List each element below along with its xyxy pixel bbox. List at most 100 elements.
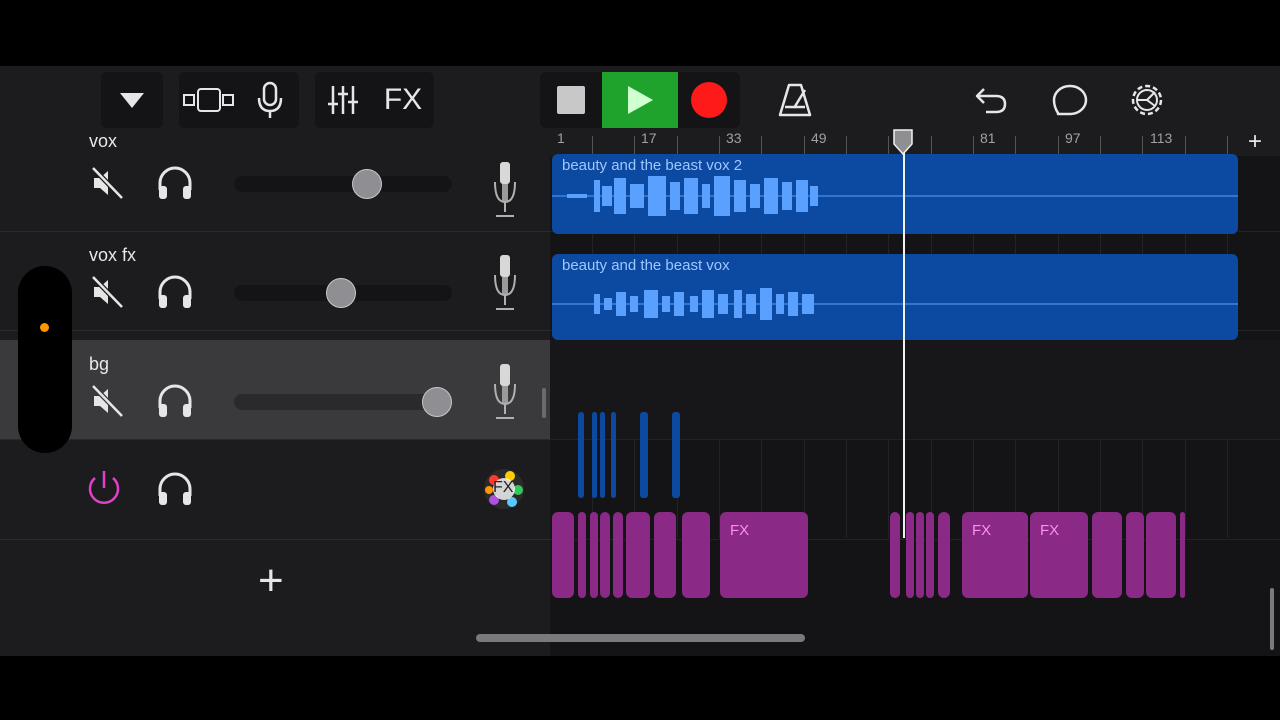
fx-region[interactable] (654, 512, 676, 598)
volume-slider[interactable] (234, 169, 452, 199)
metronome-icon (778, 83, 812, 117)
audio-region-bg[interactable] (592, 412, 597, 498)
track-controls-toggle[interactable] (18, 266, 72, 453)
audio-region-bg[interactable] (611, 412, 616, 498)
power-button[interactable] (84, 468, 124, 508)
fx-region[interactable] (916, 512, 924, 598)
stop-icon (557, 86, 585, 114)
solo-button[interactable] (156, 273, 194, 311)
view-group (179, 72, 299, 128)
track-header-vox-fx[interactable]: vox fx (0, 231, 550, 331)
stop-button[interactable] (540, 72, 602, 128)
solo-button[interactable] (156, 164, 194, 202)
track-resize-handle[interactable] (542, 388, 546, 418)
audio-region-bg[interactable] (672, 412, 680, 498)
track-headers: vox vox fx bg FX + (0, 131, 550, 656)
fx-region[interactable] (1092, 512, 1122, 598)
mute-button[interactable] (88, 382, 126, 420)
playhead-handle[interactable] (892, 128, 914, 156)
volume-slider[interactable] (234, 387, 452, 417)
record-button[interactable] (678, 72, 740, 128)
fx-region[interactable] (552, 512, 574, 598)
fx-region[interactable] (682, 512, 710, 598)
loop-browser-button[interactable] (1048, 72, 1094, 128)
speaker-muted-icon (91, 166, 124, 200)
solo-button[interactable] (156, 470, 194, 508)
headphones-icon (158, 384, 192, 417)
fx-button-label: FX (383, 83, 423, 116)
fx-region[interactable] (578, 512, 586, 598)
fx-sphere-icon: FX (480, 466, 528, 512)
fx-region[interactable] (1146, 512, 1176, 598)
track-header-fx[interactable]: FX (0, 440, 550, 540)
headphones-icon (158, 166, 192, 199)
audio-region-bg[interactable] (640, 412, 648, 498)
microphone-instrument-icon (492, 255, 518, 311)
fx-region[interactable] (906, 512, 914, 598)
fx-region[interactable] (590, 512, 598, 598)
audio-region-vox[interactable]: beauty and the beast vox (552, 254, 1238, 340)
record-icon (691, 82, 727, 118)
mute-button[interactable] (88, 164, 126, 202)
fx-region[interactable] (626, 512, 650, 598)
track-header-vox[interactable]: vox (0, 131, 550, 232)
status-dot (40, 323, 49, 332)
headphones-icon (158, 472, 192, 505)
volume-knob[interactable] (351, 169, 382, 199)
fx-region[interactable]: FX (962, 512, 1028, 598)
tracks-view-button[interactable] (179, 72, 237, 128)
tracks-view-icon (183, 88, 234, 112)
solo-button[interactable] (156, 382, 194, 420)
timeline-area[interactable]: beauty and the beast vox 2 beauty and th… (550, 148, 1280, 656)
volume-slider[interactable] (234, 278, 452, 308)
settings-gear-icon (1131, 84, 1163, 116)
track-name: vox fx (89, 245, 137, 265)
playhead[interactable] (903, 148, 905, 538)
fx-button[interactable]: FX (373, 72, 433, 128)
play-icon (628, 86, 653, 114)
fx-region[interactable] (890, 512, 900, 598)
volume-knob[interactable] (421, 387, 452, 417)
region-title: beauty and the beast vox 2 (562, 157, 743, 174)
horizontal-scrollbar[interactable] (476, 634, 805, 642)
garageband-tracks-view: FX 1 17 33 49 81 97 113 + vox vox fx bg … (0, 66, 1280, 656)
metronome-button[interactable] (770, 72, 820, 128)
fx-region[interactable]: FX (1030, 512, 1088, 598)
recording-mode-button[interactable] (241, 72, 299, 128)
mix-group: FX (315, 72, 434, 128)
fx-icon-label: FX (493, 479, 514, 496)
sliders-icon (328, 86, 358, 114)
lane-bg (550, 340, 1280, 440)
waveform (552, 176, 1238, 216)
add-track-button[interactable]: + (258, 559, 284, 603)
browser-group (101, 72, 163, 128)
microphone-icon (257, 81, 283, 118)
playhead-marker-icon (893, 129, 913, 156)
fx-region[interactable] (926, 512, 934, 598)
undo-button[interactable] (968, 72, 1014, 128)
vertical-scrollbar[interactable] (1270, 588, 1274, 650)
fx-region[interactable]: FX (720, 512, 808, 598)
fx-region[interactable] (938, 512, 950, 598)
loop-icon (1052, 84, 1088, 116)
audio-region-vox-2[interactable]: beauty and the beast vox 2 (552, 154, 1238, 234)
fx-region[interactable] (613, 512, 623, 598)
mute-button[interactable] (88, 273, 126, 311)
settings-button[interactable] (1124, 72, 1170, 128)
fx-region[interactable] (600, 512, 610, 598)
audio-region-bg[interactable] (600, 412, 605, 498)
volume-knob[interactable] (325, 278, 356, 308)
mixer-button[interactable] (315, 72, 371, 128)
audio-region-bg[interactable] (578, 412, 584, 498)
track-name: vox (89, 131, 118, 151)
fx-region-label: FX (972, 522, 992, 539)
microphone-instrument-icon (492, 364, 518, 420)
play-button[interactable] (602, 72, 678, 128)
track-header-bg[interactable]: bg (0, 340, 550, 440)
transport-group (540, 72, 740, 128)
fx-region-label: FX (730, 522, 750, 539)
browser-dropdown-button[interactable] (101, 72, 163, 128)
fx-region[interactable] (1180, 512, 1185, 598)
triangle-down-icon (120, 93, 144, 108)
fx-region[interactable] (1126, 512, 1144, 598)
